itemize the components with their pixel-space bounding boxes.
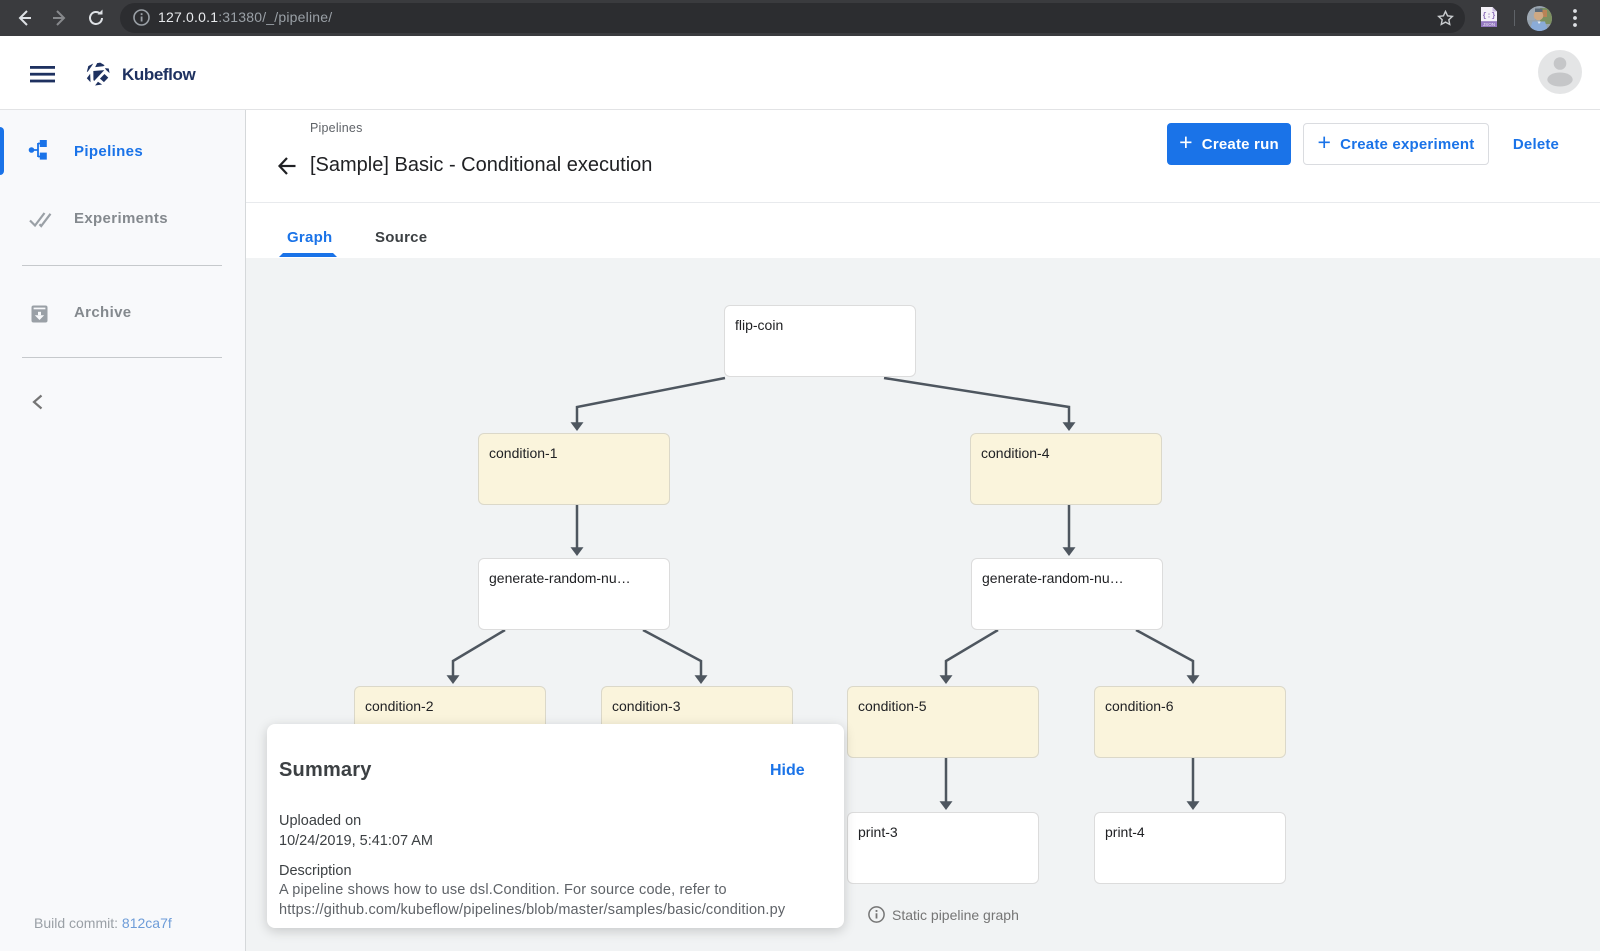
svg-text:JSON: JSON [1483,22,1495,27]
svg-text:{:}: {:} [1482,13,1496,21]
